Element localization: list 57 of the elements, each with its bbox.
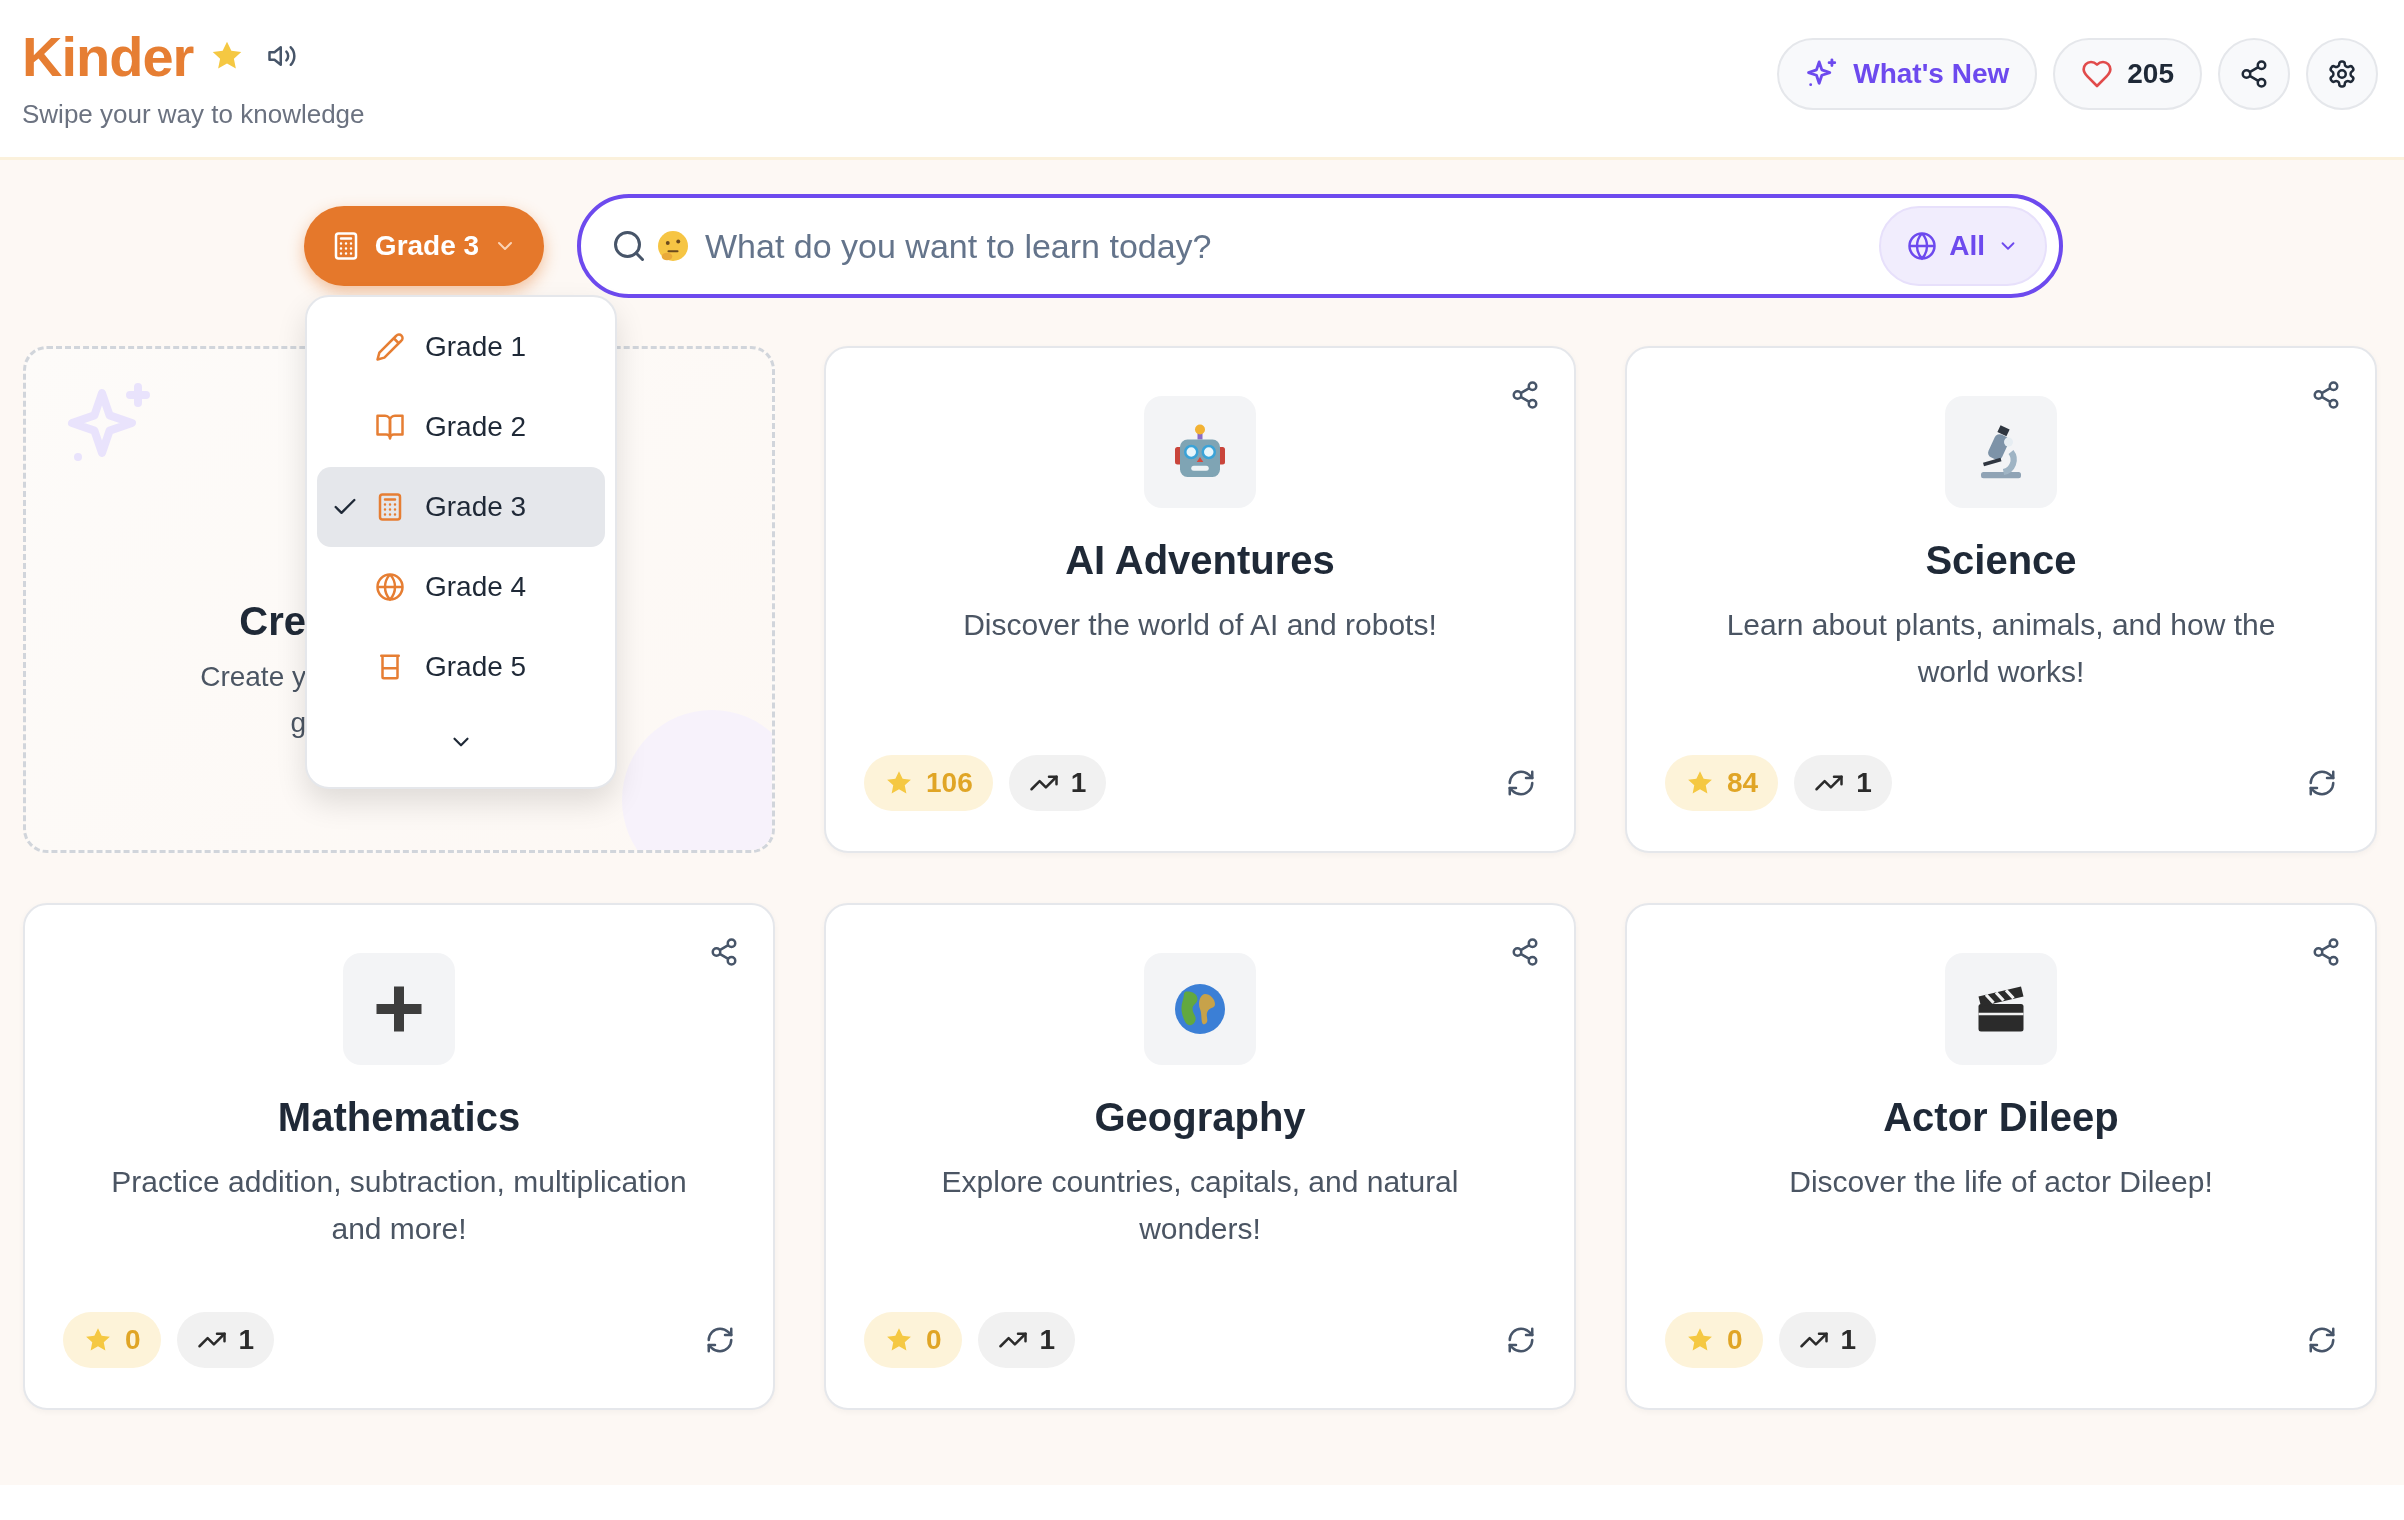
card-description: Practice addition, subtraction, multiplication and more! [110, 1164, 688, 1247]
card-description: g [290, 706, 306, 740]
rating-badge: 0 [63, 1312, 161, 1368]
grade-option[interactable]: Grade 3 [317, 467, 605, 547]
search-field[interactable]: What do you want to learn today? All [577, 194, 2063, 298]
card-description: Learn about plants, animals, and how the world works! [1725, 607, 2277, 690]
rating-badge: 84 [1665, 755, 1779, 811]
card-description: Discover the world of AI and robots! [963, 607, 1437, 643]
card-description: Create y [200, 660, 306, 694]
card-title: AI Adventures [1065, 538, 1335, 583]
trend-badge: 1 [977, 1312, 1076, 1368]
refresh-icon[interactable] [705, 1325, 735, 1355]
share-icon[interactable] [709, 937, 739, 967]
topic-card[interactable]: Geography Explore countries, capitals, and natural wonders! 0 1 [824, 903, 1576, 1410]
trend-badge: 1 [1778, 1312, 1877, 1368]
settings-icon [2327, 58, 2357, 89]
grade-option[interactable]: Grade 5 [317, 627, 605, 707]
share-icon[interactable] [2311, 380, 2341, 410]
whats-new-button[interactable]: What's New [1777, 37, 2038, 110]
rating-badge: 0 [1665, 1312, 1763, 1368]
book-icon [375, 412, 405, 442]
globe-icon [1907, 231, 1938, 261]
likes-button[interactable]: 205 [2053, 37, 2202, 110]
topic-card[interactable]: Actor Dileep Discover the life of actor Dileep! 0 1 [1625, 903, 2377, 1410]
filter-button[interactable]: All [1879, 206, 2047, 286]
app-title: Kinder [22, 23, 194, 89]
share-icon[interactable] [1510, 380, 1540, 410]
grade-option[interactable]: Grade 1 [317, 307, 605, 387]
card-title: Actor Dileep [1883, 1095, 2119, 1140]
card-title: Geography [1094, 1095, 1306, 1140]
search-icon [611, 228, 647, 264]
refresh-icon[interactable] [2307, 768, 2337, 798]
emoji-icon [655, 228, 691, 264]
refresh-icon[interactable] [1506, 768, 1536, 798]
share-icon[interactable] [2311, 937, 2341, 967]
pencil-icon [375, 332, 405, 362]
rating-badge: 0 [864, 1312, 962, 1368]
refresh-icon[interactable] [2307, 1325, 2337, 1355]
rating-badge: 106 [864, 755, 993, 811]
grade-option[interactable]: Grade 2 [317, 387, 605, 467]
trend-badge: 1 [1008, 755, 1107, 811]
globe-icon [375, 572, 405, 602]
share-icon [2239, 58, 2269, 89]
card-title: Cre [239, 599, 306, 644]
share-icon[interactable] [1510, 937, 1540, 967]
grade-option[interactable]: Grade 4 [317, 547, 605, 627]
card-description: Explore countries, capitals, and natural wonders! [940, 1164, 1460, 1247]
card-description: Discover the life of actor Dileep! [1789, 1164, 2213, 1200]
trend-badge: 1 [1794, 755, 1892, 811]
app-subtitle: Swipe your way to knowledge [22, 98, 365, 130]
topic-card[interactable]: AI Adventures Discover the world of AI and robots! 106 1 [824, 346, 1576, 853]
topic-card[interactable]: Mathematics Practice addition, subtraction, multiplication and more! 0 1 [23, 903, 775, 1410]
topic-card[interactable]: Science Learn about plants, animals, and how the world works! 84 1 [1625, 346, 2377, 853]
card-title: Science [1925, 538, 2077, 583]
card-title: Mathematics [277, 1095, 521, 1140]
trend-badge: 1 [176, 1312, 275, 1368]
refresh-icon[interactable] [1506, 1325, 1536, 1355]
